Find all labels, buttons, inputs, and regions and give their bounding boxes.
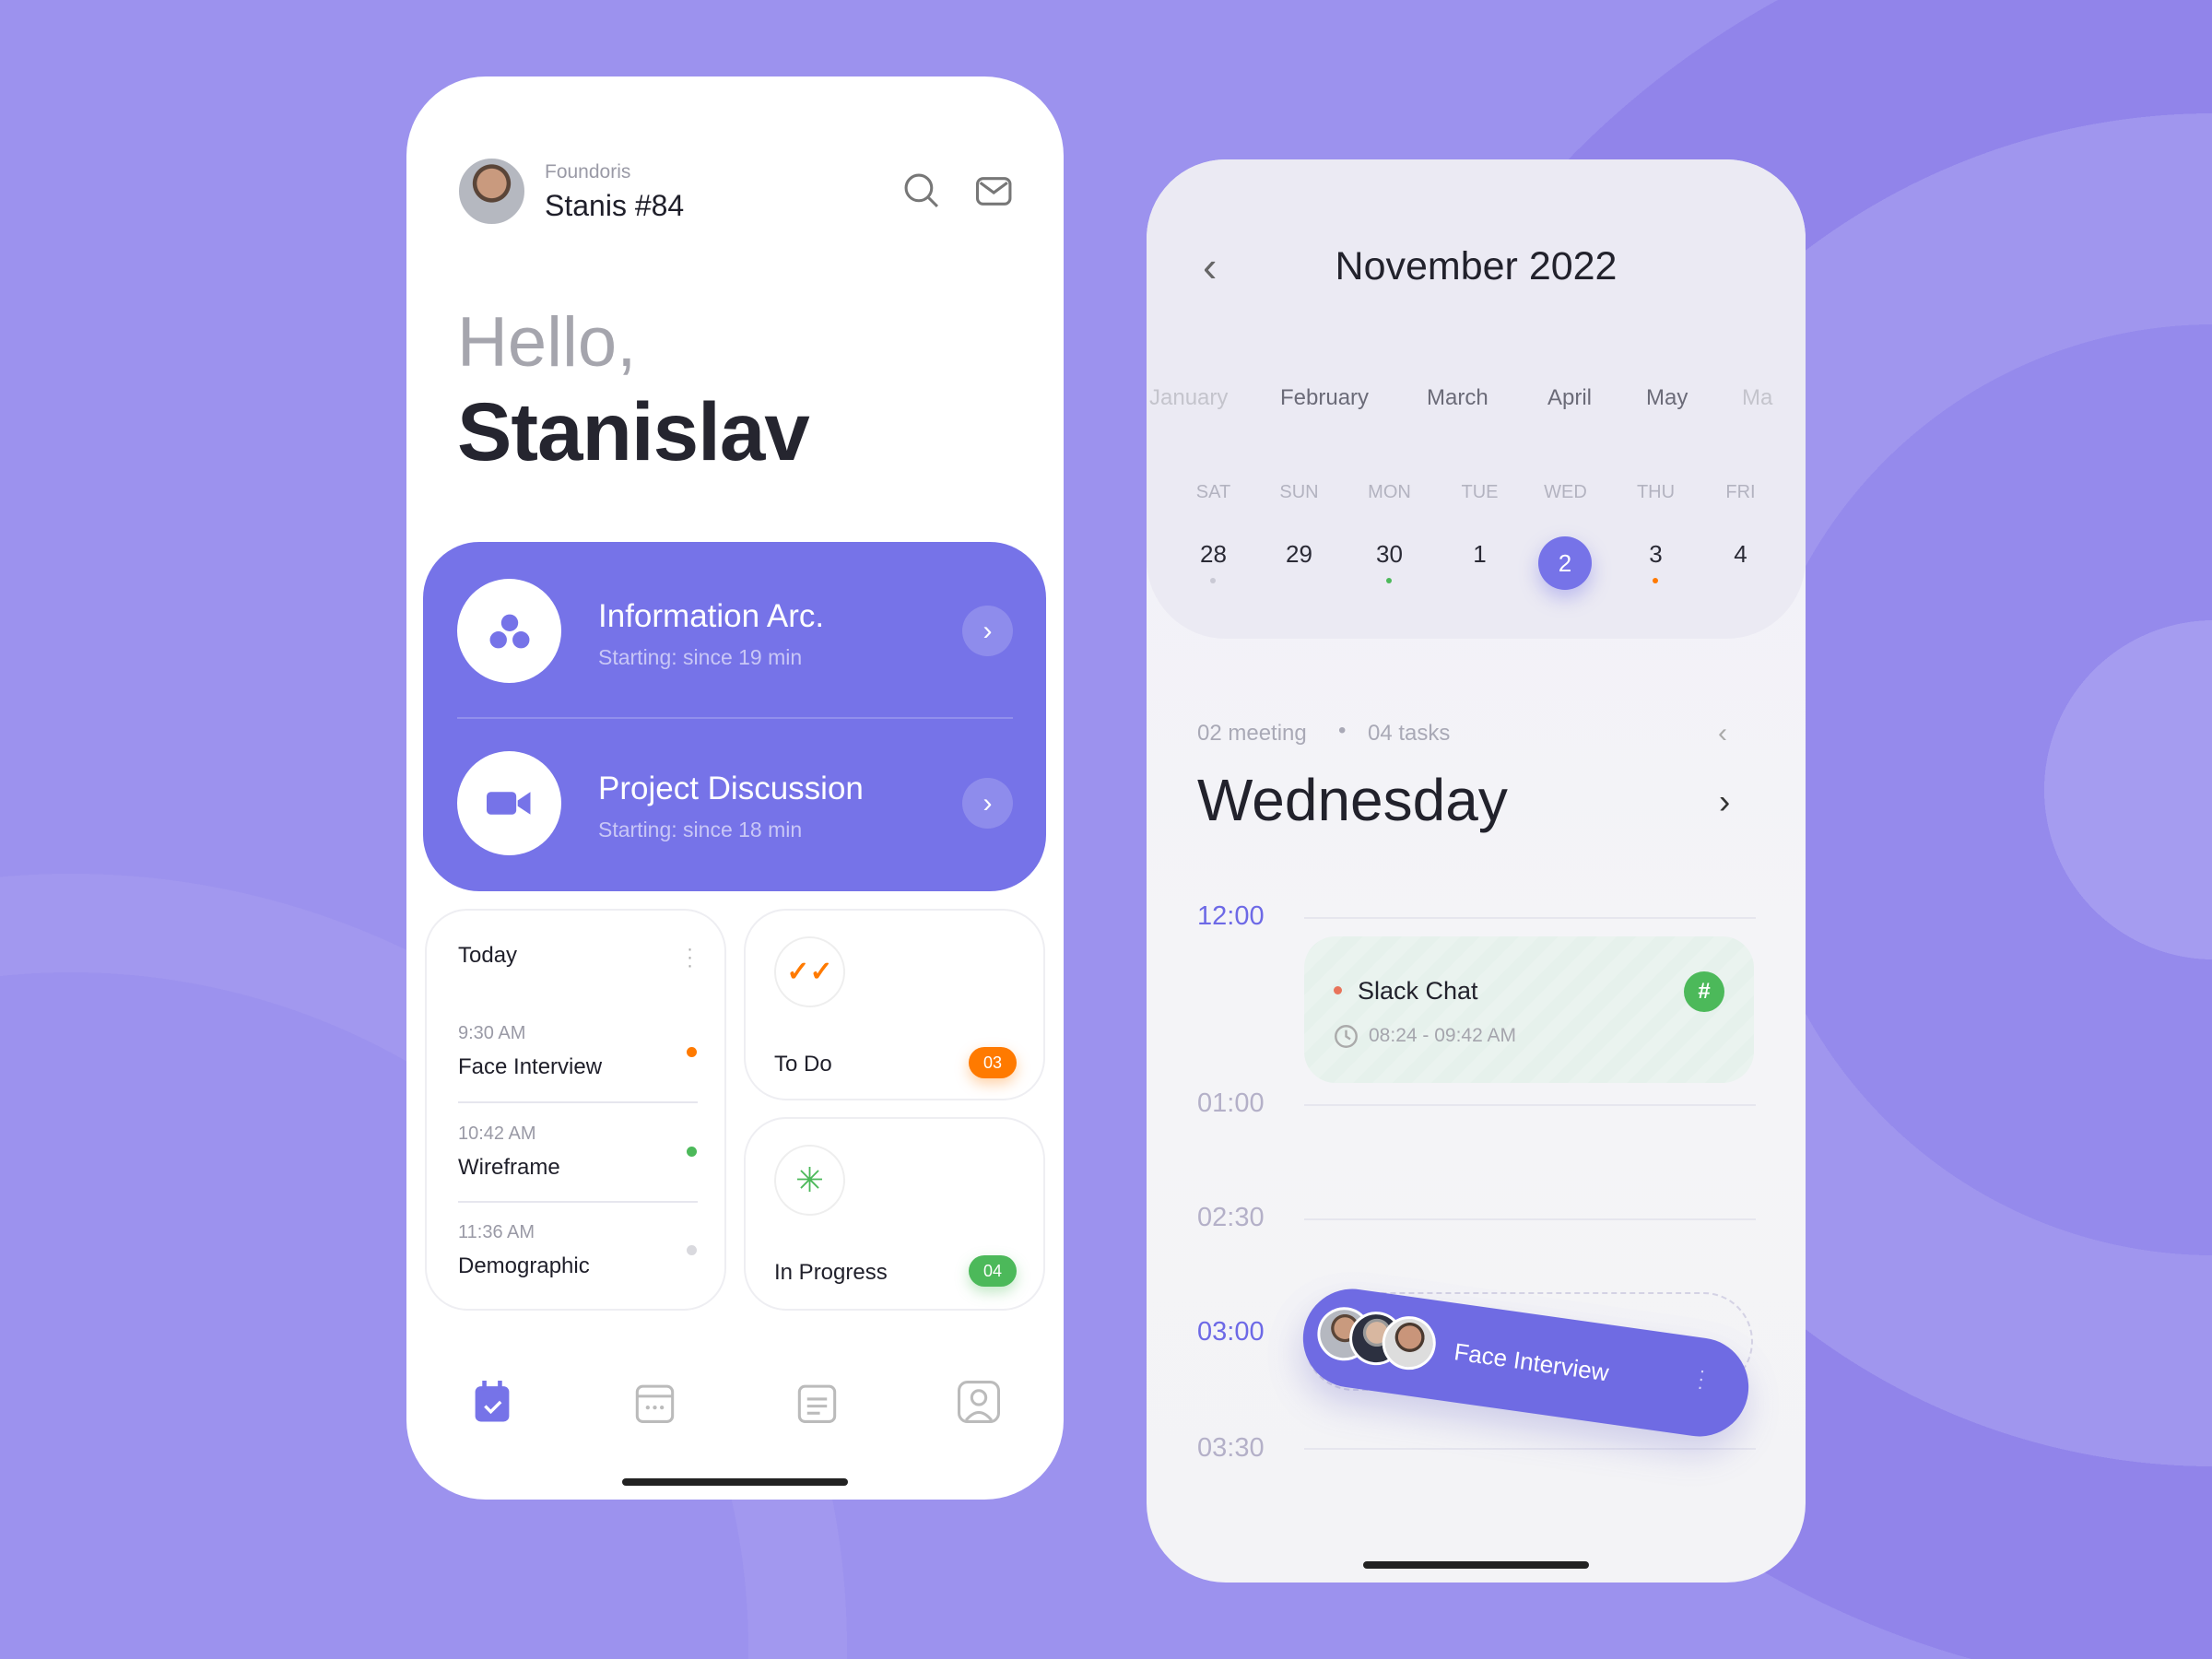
avatar[interactable] [456, 156, 527, 227]
item-time: 11:36 AM [458, 1222, 535, 1242]
day-cell[interactable]: 4 [1705, 540, 1776, 569]
double-check-icon: ✓✓ [774, 936, 845, 1007]
task-count: 04 tasks [1368, 721, 1451, 746]
day-cell[interactable]: 28 [1178, 540, 1249, 569]
greeting: Hello, [457, 303, 637, 382]
more-icon[interactable]: · · · [1696, 1359, 1708, 1398]
weekday-label: FRI [1725, 482, 1756, 502]
time-line [1304, 1104, 1756, 1106]
todo-label: To Do [774, 1052, 832, 1077]
home-indicator [1363, 1561, 1589, 1569]
time-line [1304, 917, 1756, 919]
time-label: 01:00 [1197, 1088, 1265, 1118]
month-title: November 2022 [1335, 244, 1618, 288]
org-name: Foundoris [545, 161, 631, 182]
video-camera-icon [457, 751, 561, 855]
meeting-title: Project Discussion [598, 771, 864, 806]
day-cell[interactable]: 1 [1444, 540, 1515, 569]
event-title: Slack Chat [1358, 977, 1478, 1005]
day-cell[interactable]: 3 [1620, 540, 1691, 569]
separator-dot: • [1338, 718, 1347, 743]
divider [458, 1101, 698, 1103]
today-title: Today [458, 943, 518, 968]
meeting-title: Information Arc. [598, 598, 825, 634]
event-indicator-dot [1386, 578, 1392, 583]
in-progress-card[interactable]: ✳ In Progress 04 [744, 1117, 1045, 1311]
item-time: 10:42 AM [458, 1124, 536, 1144]
time-label: 02:30 [1197, 1203, 1265, 1232]
clock-icon [1335, 1025, 1358, 1048]
day-cell[interactable]: 29 [1264, 540, 1335, 569]
progress-count-badge: 04 [969, 1255, 1017, 1287]
time-label: 03:30 [1197, 1433, 1265, 1463]
more-icon[interactable]: · · · [687, 939, 693, 975]
notes-icon[interactable] [797, 1381, 837, 1423]
weekday-label: SUN [1279, 482, 1319, 502]
weekday-label: WED [1544, 482, 1587, 502]
search-icon[interactable] [903, 172, 940, 209]
day-cell[interactable]: 2 [1538, 536, 1592, 590]
home-screen: Foundoris Stanis #84 Hello, Stanislav In… [406, 76, 1064, 1500]
month-tab[interactable]: May [1646, 385, 1688, 411]
status-dot [687, 1245, 697, 1255]
weekday-label: TUE [1461, 482, 1499, 502]
month-tab[interactable]: March [1427, 385, 1488, 411]
meeting-count: 02 meeting [1197, 721, 1307, 746]
loading-icon: ✳ [774, 1145, 845, 1216]
meetings-card: Information Arc. Starting: since 19 min … [423, 542, 1046, 891]
item-title: Demographic [458, 1253, 590, 1278]
chevron-right-icon[interactable]: › [962, 778, 1013, 829]
weekday-label: THU [1636, 482, 1676, 502]
meeting-subtitle: Starting: since 18 min [598, 818, 803, 841]
time-line [1304, 1448, 1756, 1450]
status-dot [687, 1147, 697, 1157]
month-tab[interactable]: February [1280, 385, 1369, 411]
weekday-label: SAT [1195, 482, 1231, 502]
calendar-check-icon[interactable] [474, 1381, 511, 1423]
user-first-name: Stanislav [457, 385, 810, 477]
time-label: 03:00 [1197, 1317, 1265, 1347]
event-indicator-dot [1653, 578, 1658, 583]
event-indicator-dot [1210, 578, 1216, 583]
chevron-right-icon[interactable]: › [962, 606, 1013, 656]
calendar-icon[interactable] [635, 1381, 675, 1423]
item-title: Wireframe [458, 1155, 560, 1180]
background: Foundoris Stanis #84 Hello, Stanislav In… [0, 0, 2212, 1659]
todo-card[interactable]: ✓✓ To Do 03 [744, 909, 1045, 1100]
time-line [1304, 1218, 1756, 1220]
time-label: 12:00 [1197, 901, 1265, 931]
meeting-subtitle: Starting: since 19 min [598, 645, 803, 669]
meeting-item[interactable]: Information Arc. Starting: since 19 min … [457, 542, 1013, 717]
slack-chat-event[interactable]: Slack Chat 08:24 - 09:42 AM # [1304, 936, 1754, 1083]
item-time: 9:30 AM [458, 1023, 526, 1043]
prev-day-icon[interactable]: ‹ [1718, 718, 1727, 749]
event-dot [1334, 986, 1342, 994]
meeting-item[interactable]: Project Discussion Starting: since 18 mi… [457, 717, 1013, 891]
profile-icon[interactable] [958, 1381, 1000, 1423]
weekday-label: MON [1368, 482, 1411, 502]
divider [458, 1201, 698, 1203]
month-tab[interactable]: Ma [1742, 385, 1772, 411]
month-tab[interactable]: April [1547, 385, 1592, 411]
user-name: Stanis #84 [545, 189, 685, 222]
home-indicator [622, 1478, 848, 1486]
slack-icon: # [1684, 971, 1724, 1012]
progress-label: In Progress [774, 1260, 888, 1285]
month-tab[interactable]: January [1149, 385, 1228, 411]
calendar-screen: ‹ November 2022 January February March A… [1147, 159, 1806, 1583]
weekday-title: Wednesday [1197, 767, 1508, 833]
status-dot [687, 1047, 697, 1057]
item-title: Face Interview [458, 1054, 603, 1079]
today-card[interactable]: Today · · · 9:30 AM Face Interview 10:42 A… [425, 909, 726, 1311]
mail-icon[interactable] [976, 177, 1013, 206]
event-title: Face Interview [1452, 1337, 1611, 1387]
event-time: 08:24 - 09:42 AM [1369, 1025, 1516, 1046]
next-day-icon[interactable]: › [1719, 782, 1730, 821]
todo-count-badge: 03 [969, 1047, 1017, 1078]
day-cell[interactable]: 30 [1354, 540, 1425, 569]
people-icon [457, 579, 561, 683]
